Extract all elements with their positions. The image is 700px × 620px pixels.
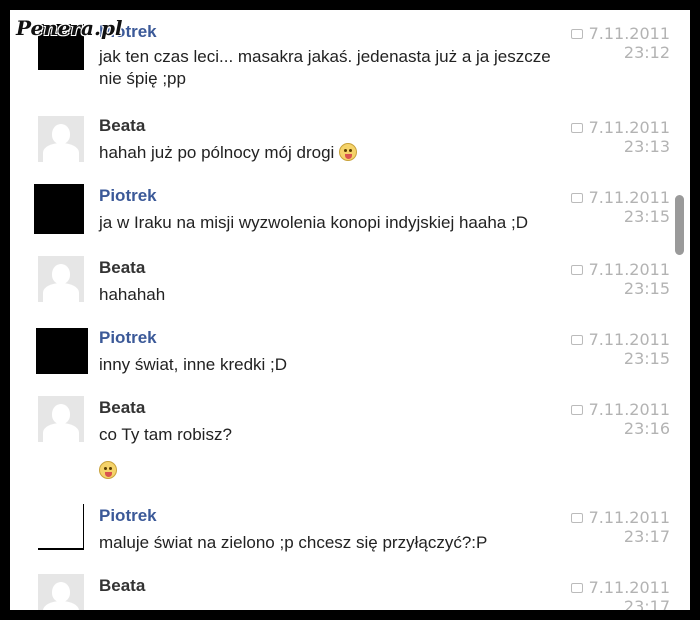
sender-name[interactable]: Beata: [99, 258, 145, 278]
comment-bubble-icon: [570, 335, 583, 345]
message-text: hahahah: [99, 285, 166, 304]
message-text: hahah już po pólnocy mój drogi: [99, 142, 599, 164]
comment-bubble-icon: [570, 513, 583, 523]
watermark-logo: Penera.pl: [16, 16, 123, 40]
comment-bubble-icon: [570, 583, 583, 593]
tongue-emoji-icon: [339, 143, 358, 161]
message-text: maluje świat na zielono ;p chcesz się pr…: [99, 533, 488, 552]
timestamp: 7.11.2011 23:17: [520, 578, 670, 610]
message-text: co Ty tam robisz?: [99, 424, 599, 482]
avatar[interactable]: [38, 574, 84, 610]
scrollbar-thumb[interactable]: [675, 195, 684, 255]
avatar[interactable]: [38, 116, 84, 162]
comment-bubble-icon: [570, 29, 583, 39]
avatar[interactable]: [34, 184, 84, 234]
avatar[interactable]: [38, 256, 84, 302]
sender-name[interactable]: Beata: [99, 576, 145, 596]
tongue-emoji-icon: [99, 461, 117, 479]
message-text: ja w Iraku na misji wyzwolenia konopi in…: [99, 213, 528, 232]
comment-bubble-icon: [570, 193, 583, 203]
chat-window: Penera.pl Piotrek 7.11.2011 23:12 jak te…: [10, 10, 690, 610]
comment-bubble-icon: [570, 405, 583, 415]
comment-bubble-icon: [570, 123, 583, 133]
sender-name[interactable]: Beata: [99, 116, 145, 136]
avatar[interactable]: [36, 328, 88, 374]
avatar[interactable]: [38, 504, 84, 550]
avatar[interactable]: [38, 396, 84, 442]
sender-name[interactable]: Piotrek: [99, 186, 157, 206]
comment-bubble-icon: [570, 265, 583, 275]
message-text: jak ten czas leci... masakra jakaś. jede…: [99, 47, 551, 88]
message-text: inny świat, inne kredki ;D: [99, 355, 288, 374]
sender-name[interactable]: Piotrek: [99, 506, 157, 526]
sender-name[interactable]: Piotrek: [99, 328, 157, 348]
sender-name[interactable]: Beata: [99, 398, 145, 418]
